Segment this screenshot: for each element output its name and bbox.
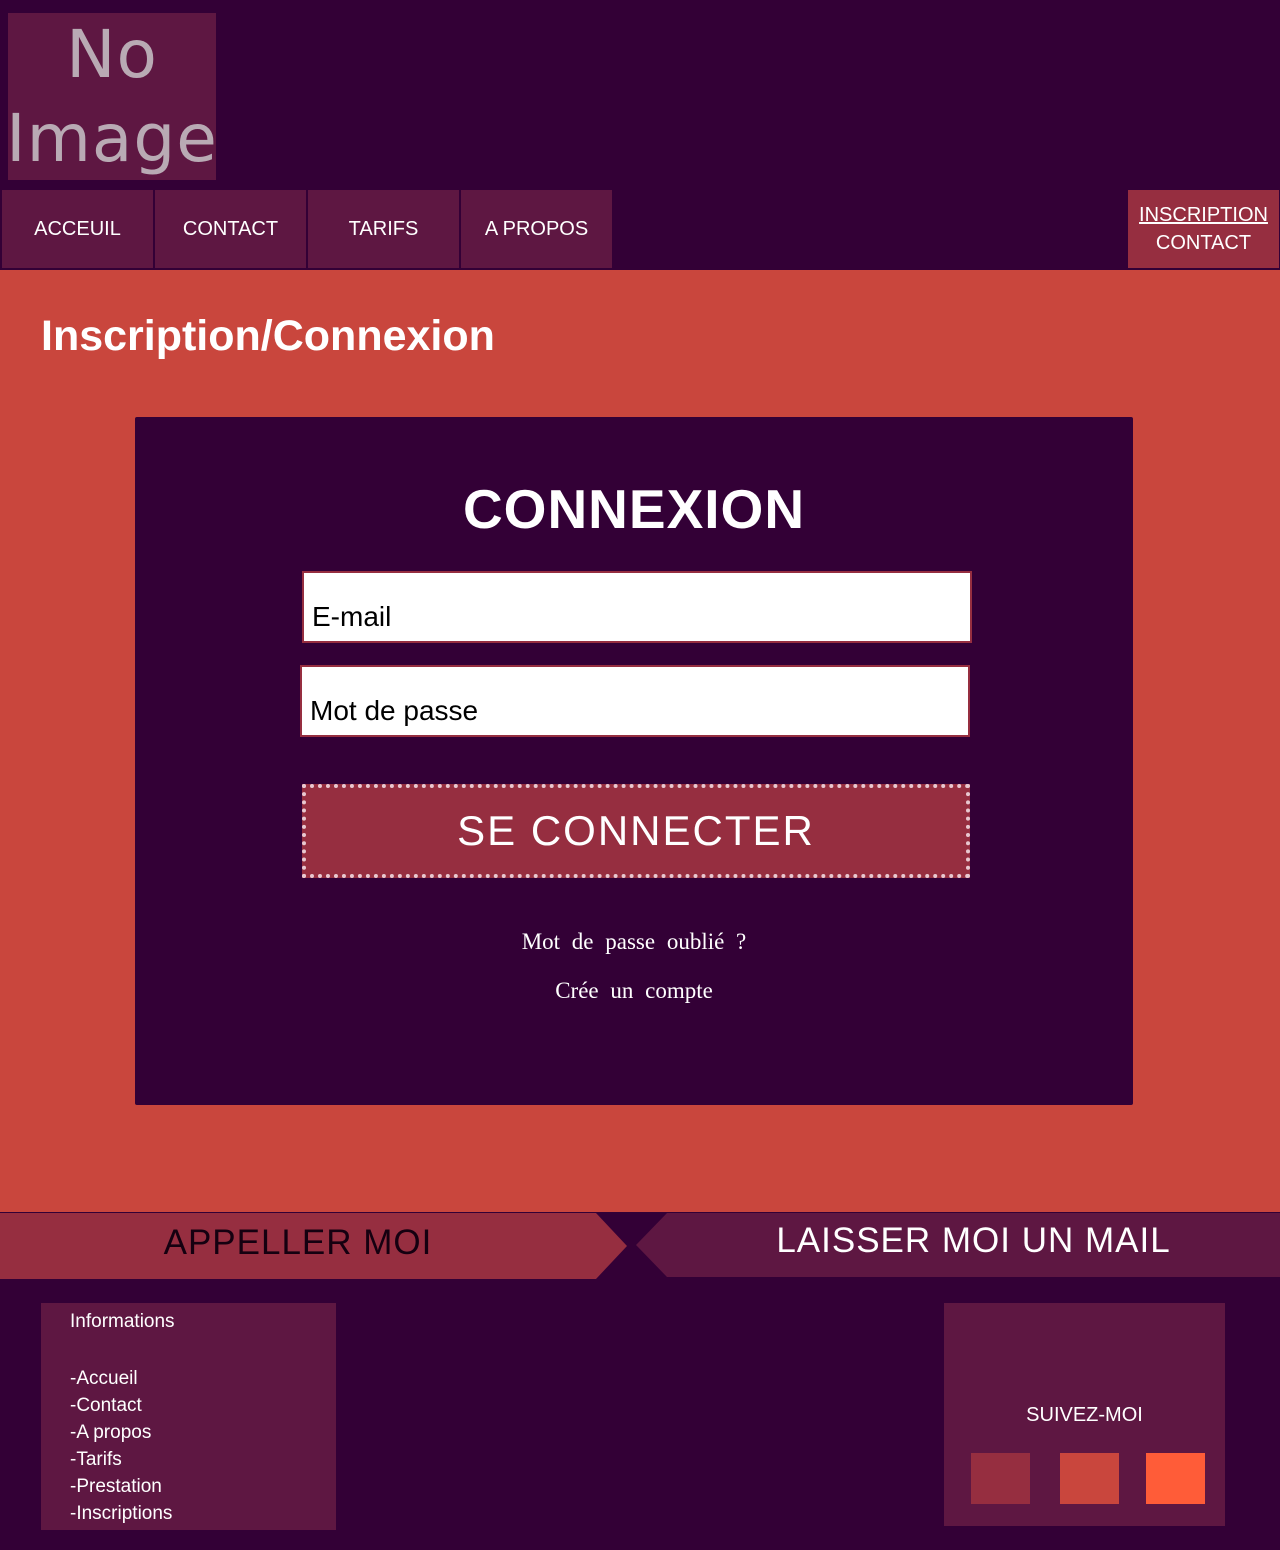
mail-me-banner[interactable]: LAISSER MOI UN MAIL (636, 1213, 1280, 1277)
footer-link-prestation[interactable]: -Prestation (70, 1473, 307, 1500)
contact-link[interactable]: CONTACT (1156, 229, 1251, 257)
call-me-label: APPELLER MOI (163, 1223, 433, 1262)
create-account-row: Crée un compte (135, 978, 1133, 1004)
footer-link-contact[interactable]: -Contact (70, 1392, 307, 1419)
nav-item-a-propos[interactable]: A PROPOS (461, 190, 612, 268)
email-field[interactable]: E-mail (302, 571, 972, 643)
logo-text-line1: No (66, 15, 158, 93)
footer-link-inscriptions[interactable]: -Inscriptions (70, 1500, 307, 1527)
inscription-link[interactable]: INSCRIPTION (1139, 201, 1268, 229)
login-button[interactable]: SE CONNECTER (302, 784, 970, 878)
login-card: CONNEXION E-mail Mot de passe SE CONNECT… (135, 417, 1133, 1105)
footer-links-list: -Accueil -Contact -A propos -Tarifs -Pre… (70, 1365, 307, 1527)
auth-links-box: INSCRIPTION CONTACT (1128, 190, 1279, 268)
footer-link-tarifs[interactable]: -Tarifs (70, 1446, 307, 1473)
mail-me-label: LAISSER MOI UN MAIL (776, 1221, 1171, 1260)
main-nav: ACCEUIL CONTACT TARIFS A PROPOS (2, 190, 612, 268)
social-icon-3[interactable] (1146, 1453, 1205, 1504)
forgot-password-link[interactable]: Mot de passe oublié ? (522, 929, 747, 954)
create-account-link[interactable]: Crée un compte (555, 978, 713, 1003)
social-icon-1[interactable] (971, 1453, 1030, 1504)
footer-follow-box: SUIVEZ-MOI (944, 1303, 1225, 1526)
forgot-password-row: Mot de passe oublié ? (135, 929, 1133, 955)
page-title: Inscription/Connexion (41, 312, 495, 360)
password-field[interactable]: Mot de passe (300, 665, 970, 737)
social-icon-2[interactable] (1060, 1453, 1119, 1504)
logo-placeholder: No Image (8, 13, 216, 180)
footer-link-a-propos[interactable]: -A propos (70, 1419, 307, 1446)
call-me-banner[interactable]: APPELLER MOI (0, 1213, 627, 1279)
nav-item-accueil[interactable]: ACCEUIL (2, 190, 153, 268)
footer-link-accueil[interactable]: -Accueil (70, 1365, 307, 1392)
logo-text-line2: Image (8, 99, 216, 177)
nav-item-contact[interactable]: CONTACT (155, 190, 306, 268)
follow-title: SUIVEZ-MOI (1026, 1404, 1143, 1426)
main-section: Inscription/Connexion CONNEXION E-mail M… (0, 270, 1280, 1212)
footer-info-title: Informations (70, 1311, 175, 1332)
footer-info-box: Informations -Accueil -Contact -A propos… (41, 1303, 336, 1530)
nav-item-tarifs[interactable]: TARIFS (308, 190, 459, 268)
login-title: CONNEXION (462, 478, 806, 540)
